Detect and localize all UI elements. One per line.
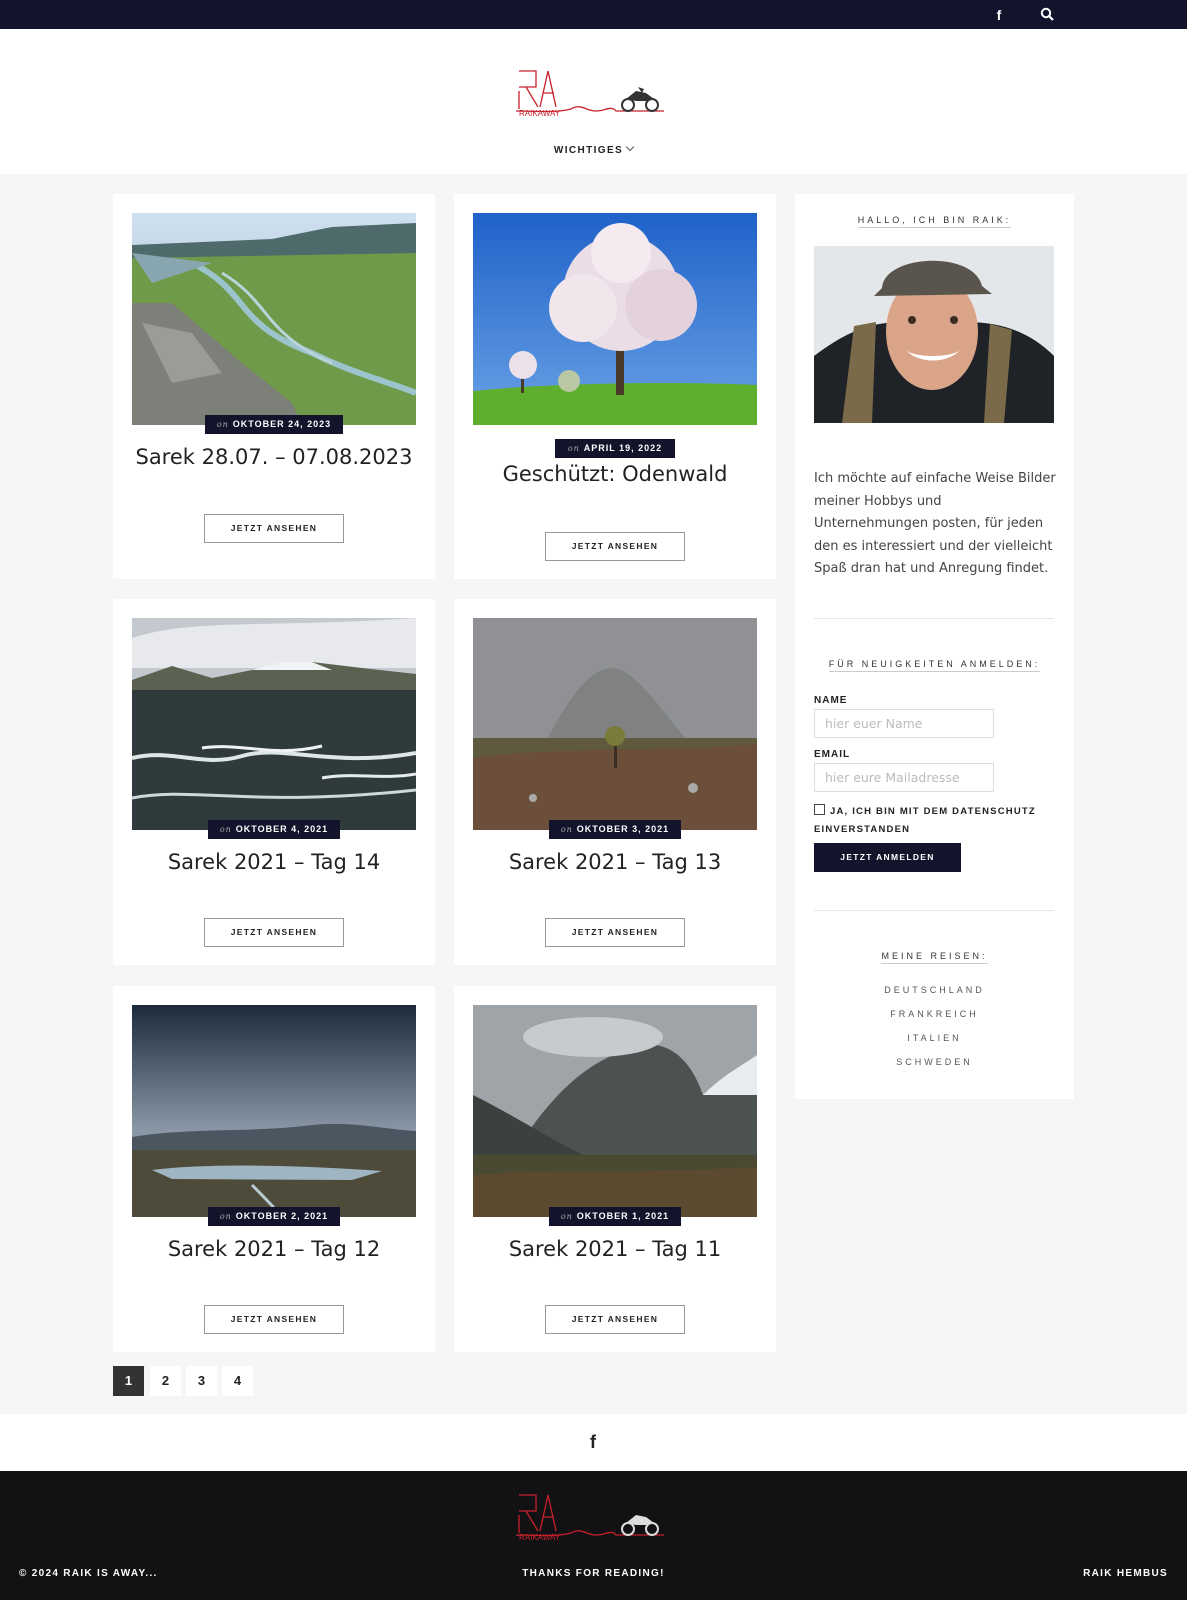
post-title[interactable]: Sarek 2021 – Tag 13 (454, 850, 776, 874)
post-title[interactable]: Sarek 2021 – Tag 14 (113, 850, 435, 874)
post-card: on OKTOBER 2, 2021 Sarek 2021 – Tag 12 JE… (113, 986, 435, 1352)
subscribe-button[interactable]: JETZT ANMELDEN (814, 843, 961, 872)
post-image[interactable] (132, 213, 416, 425)
facebook-icon[interactable]: f (585, 1432, 601, 1452)
view-post-button[interactable]: JETZT ANSEHEN (545, 532, 685, 561)
logo-text: RAIKAWAY (519, 109, 561, 117)
post-date-badge: on OKTOBER 1, 2021 (549, 1207, 681, 1226)
email-label: EMAIL (814, 749, 851, 760)
logo-text: RAIKAWAY (519, 1533, 561, 1541)
post-date-badge: on OKTOBER 2, 2021 (208, 1207, 340, 1226)
site-header: RAIKAWAY WICHTIGES (0, 29, 1187, 174)
about-text: Ich möchte auf einfache Weise Bilder mei… (814, 471, 1056, 576)
view-post-button[interactable]: JETZT ANSEHEN (545, 918, 685, 947)
page-4-button[interactable]: 4 (222, 1366, 253, 1396)
nav-item-wichtiges[interactable]: WICHTIGES (554, 145, 623, 156)
social-bar: f (0, 1414, 1187, 1471)
divider (814, 618, 1054, 619)
post-image[interactable] (132, 618, 416, 830)
post-date-badge: on APRIL 19, 2022 (555, 439, 675, 458)
consent-checkbox-row[interactable]: JA, ICH BIN MIT DEM DATENSCHUTZ EINVERST… (814, 803, 1054, 839)
post-date-badge: on OKTOBER 4, 2021 (208, 820, 340, 839)
post-image[interactable] (473, 618, 757, 830)
post-title[interactable]: Geschützt: Odenwald (454, 462, 776, 486)
top-bar: f (0, 0, 1187, 29)
trips-widget-title: MEINE REISEN: (795, 951, 1074, 964)
consent-label: JA, ICH BIN MIT DEM DATENSCHUTZ EINVERST… (814, 806, 1036, 835)
email-field[interactable]: hier eure Mailadresse (814, 763, 994, 792)
trip-link[interactable]: ITALIEN (795, 1033, 1074, 1043)
view-post-button[interactable]: JETZT ANSEHEN (204, 918, 344, 947)
post-title[interactable]: Sarek 2021 – Tag 11 (454, 1237, 776, 1261)
chevron-down-icon (625, 142, 635, 152)
page-1-button[interactable]: 1 (113, 1366, 144, 1396)
facebook-icon[interactable]: f (991, 7, 1007, 23)
post-card: on APRIL 19, 2022 Geschützt: Odenwald JET… (454, 194, 776, 579)
site-footer: RAIKAWAY © 2024 RAIK IS AWAY... THANKS F… (0, 1471, 1187, 1600)
author-photo (814, 246, 1054, 423)
trip-link[interactable]: DEUTSCHLAND (795, 985, 1074, 995)
post-card: on OKTOBER 4, 2021 Sarek 2021 – Tag 14 JE… (113, 599, 435, 965)
newsletter-widget-title: FÜR NEUIGKEITEN ANMELDEN: (795, 659, 1074, 672)
trip-link[interactable]: SCHWEDEN (795, 1057, 1074, 1067)
post-image[interactable] (473, 213, 757, 425)
consent-checkbox[interactable] (814, 803, 825, 815)
divider (814, 910, 1054, 911)
post-title[interactable]: Sarek 28.07. – 07.08.2023 (113, 445, 435, 469)
view-post-button[interactable]: JETZT ANSEHEN (545, 1305, 685, 1334)
page-2-button[interactable]: 2 (150, 1366, 181, 1396)
sidebar: HALLO, ICH BIN RAIK: Ich möchte auf einf… (795, 194, 1074, 1099)
site-logo[interactable]: RAIKAWAY (515, 65, 672, 118)
view-post-button[interactable]: JETZT ANSEHEN (204, 1305, 344, 1334)
search-icon[interactable] (1039, 7, 1055, 23)
name-label: NAME (814, 695, 848, 706)
post-card: on OKTOBER 3, 2021 Sarek 2021 – Tag 13 JE… (454, 599, 776, 965)
page-3-button[interactable]: 3 (186, 1366, 217, 1396)
name-field[interactable]: hier euer Name (814, 709, 994, 738)
post-image[interactable] (132, 1005, 416, 1217)
post-date-badge: on OKTOBER 3, 2021 (549, 820, 681, 839)
footer-logo[interactable]: RAIKAWAY (515, 1489, 672, 1542)
post-date-badge: on OKTOBER 24, 2023 (205, 415, 343, 434)
trip-link[interactable]: FRANKREICH (795, 1009, 1074, 1019)
about-widget-title: HALLO, ICH BIN RAIK: (795, 215, 1074, 228)
footer-tagline: THANKS FOR READING! (522, 1568, 665, 1579)
post-card: on OKTOBER 1, 2021 Sarek 2021 – Tag 11 JE… (454, 986, 776, 1352)
post-card: on OKTOBER 24, 2023 Sarek 28.07. – 07.08.… (113, 194, 435, 579)
post-title[interactable]: Sarek 2021 – Tag 12 (113, 1237, 435, 1261)
footer-author: RAIK HEMBUS (1083, 1568, 1168, 1579)
main-nav: WICHTIGES (0, 142, 1187, 156)
view-post-button[interactable]: JETZT ANSEHEN (204, 514, 344, 543)
post-image[interactable] (473, 1005, 757, 1217)
